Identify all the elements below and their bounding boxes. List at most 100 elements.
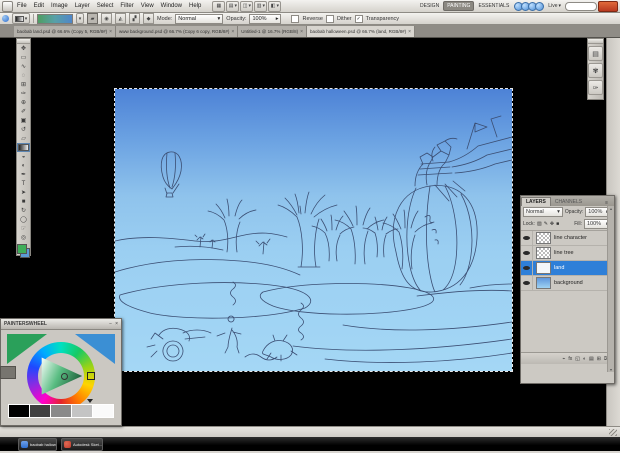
tool-path-selection[interactable]: ➤ xyxy=(17,188,30,197)
tool-move[interactable]: ✥ xyxy=(17,44,30,53)
workspace-essentials[interactable]: ESSENTIALS xyxy=(475,2,512,10)
taskbar-item-autodesk[interactable]: Autodesk Sket... xyxy=(61,437,103,451)
reflected-gradient-button[interactable]: ▞ xyxy=(129,13,140,24)
menu-file[interactable]: File xyxy=(14,2,30,10)
cs-live-menu[interactable]: Live ▾ xyxy=(545,2,564,10)
lock-transparency-icon[interactable]: ▨ xyxy=(537,221,542,227)
value-swatch[interactable] xyxy=(30,405,50,417)
tab-channels[interactable]: CHANNELS xyxy=(551,198,586,206)
painters-wheel-titlebar[interactable]: PAINTERSWHEEL − × xyxy=(1,319,121,330)
layer-thumbnail[interactable] xyxy=(536,247,551,259)
launch-bridge-button[interactable]: ▦ xyxy=(212,0,226,12)
tool-gradient-selected[interactable] xyxy=(17,143,30,152)
minimize-icon[interactable]: − xyxy=(109,321,112,327)
resize-grip[interactable] xyxy=(609,429,617,436)
tool-type[interactable]: T xyxy=(17,179,30,188)
document-tab-active[interactable]: baobab halloween.psd @ 66.7% (land, RGB/… xyxy=(307,26,416,37)
tool-lasso[interactable]: ∿ xyxy=(17,62,30,71)
scroll-up-icon[interactable]: ▴ xyxy=(610,206,612,211)
collapsed-panel-brushes-button[interactable]: ✑ xyxy=(588,80,603,95)
tool-clone-stamp[interactable]: ▣ xyxy=(17,116,30,125)
collapsed-panel-navigator-button[interactable]: ▤ xyxy=(588,46,603,61)
tool-spot-healing-brush[interactable]: ⊕ xyxy=(17,98,30,107)
tool-rectangular-marquee[interactable]: ▭ xyxy=(17,53,30,62)
workspace-painting[interactable]: PAINTING xyxy=(443,1,475,11)
link-layers-icon[interactable]: ⌁ xyxy=(562,356,565,362)
layer-row-land-selected[interactable]: land xyxy=(521,261,614,276)
menu-layer[interactable]: Layer xyxy=(72,2,93,10)
docked-panel-tab[interactable] xyxy=(0,366,16,379)
panel-scrollbar[interactable]: ▴ ▾ xyxy=(607,206,614,372)
value-swatch[interactable] xyxy=(51,405,71,417)
taskbar-item-photoshop[interactable]: baobab hallow... xyxy=(18,437,57,451)
tool-eyedropper[interactable]: ✑ xyxy=(17,89,30,98)
close-icon[interactable]: × xyxy=(115,321,118,327)
layer-row-background[interactable]: background xyxy=(521,276,614,291)
tool-3d-rotate[interactable]: ↻ xyxy=(17,206,30,215)
angle-gradient-button[interactable]: ◭ xyxy=(115,13,126,24)
cs-live-search-input[interactable] xyxy=(565,1,597,11)
blend-mode-select[interactable]: Normal ▾ xyxy=(523,207,563,217)
collapsed-panel-color-button[interactable]: ✾ xyxy=(588,63,603,78)
radial-gradient-button[interactable]: ◉ xyxy=(101,13,112,24)
value-swatch-strip[interactable] xyxy=(8,404,114,418)
sv-marker[interactable] xyxy=(61,373,68,380)
tool-shape[interactable]: ■ xyxy=(17,197,30,206)
tool-blur[interactable]: ◒ xyxy=(17,152,30,161)
visibility-toggle[interactable] xyxy=(521,261,533,275)
adjustment-layer-icon[interactable]: ◐ xyxy=(583,356,586,362)
scroll-down-icon[interactable]: ▾ xyxy=(610,367,612,372)
value-swatch[interactable] xyxy=(9,405,29,417)
menu-select[interactable]: Select xyxy=(94,2,117,10)
layer-group-icon[interactable]: ▤ xyxy=(589,356,594,362)
value-swatch[interactable] xyxy=(72,405,92,417)
menu-view[interactable]: View xyxy=(138,2,157,10)
transparency-checkbox[interactable]: ✓ xyxy=(354,14,363,23)
value-swatch[interactable] xyxy=(93,405,113,417)
mode-select[interactable]: Normal ▾ xyxy=(175,13,224,24)
menu-edit[interactable]: Edit xyxy=(31,2,47,10)
screen-mode-button[interactable]: ◧ ▾ xyxy=(268,0,282,12)
zoom-tools-button[interactable]: ◫ ▾ xyxy=(240,0,254,12)
tab-layers[interactable]: LAYERS xyxy=(521,197,551,206)
dither-checkbox[interactable] xyxy=(325,14,334,23)
lock-pixels-icon[interactable]: ✎ xyxy=(544,221,548,227)
document-tab[interactable]: www background.psd @ 66.7% (Copy 6 copy,… xyxy=(116,26,239,37)
app-window-icon[interactable] xyxy=(2,0,13,12)
cs-live-button[interactable] xyxy=(598,0,618,12)
menu-window[interactable]: Window xyxy=(158,2,185,10)
document-canvas[interactable] xyxy=(114,88,513,372)
tool-pen[interactable]: ✒ xyxy=(17,170,30,179)
close-icon[interactable]: × xyxy=(300,29,303,35)
document-tab[interactable]: baobab land.psd @ 66.6% (Copy 5, RGB/8#)… xyxy=(14,26,117,37)
gradient-picker-caret[interactable]: ▾ xyxy=(76,13,84,24)
hue-marker[interactable] xyxy=(87,372,95,380)
lock-position-icon[interactable]: ✥ xyxy=(550,221,554,227)
tool-quick-selection[interactable]: ◌ xyxy=(17,71,30,80)
visibility-toggle[interactable] xyxy=(521,276,533,290)
tool-history-brush[interactable]: ↺ xyxy=(17,125,30,134)
layer-thumbnail[interactable] xyxy=(536,277,551,289)
dock-grip[interactable] xyxy=(588,39,603,44)
layer-mask-icon[interactable]: ◱ xyxy=(575,356,580,362)
close-icon[interactable]: × xyxy=(109,29,112,35)
tool-crop[interactable]: ⊞ xyxy=(17,80,30,89)
gradient-preview[interactable] xyxy=(37,13,73,24)
tool-eraser[interactable]: ▱ xyxy=(17,134,30,143)
lock-all-icon[interactable]: ■ xyxy=(556,221,559,227)
reverse-checkbox[interactable] xyxy=(291,14,300,23)
close-icon[interactable]: × xyxy=(408,29,411,35)
workspace-design[interactable]: DESIGN xyxy=(417,2,442,10)
layer-row-line-character[interactable]: line character xyxy=(521,231,614,246)
tool-brush[interactable]: ✐ xyxy=(17,107,30,116)
menu-filter[interactable]: Filter xyxy=(117,2,136,10)
new-layer-icon[interactable]: ⊞ xyxy=(597,356,601,362)
diamond-gradient-button[interactable]: ◆ xyxy=(143,13,154,24)
layer-thumbnail[interactable] xyxy=(536,232,551,244)
opacity-select[interactable]: 100% ▸ xyxy=(249,13,282,24)
tool-dodge[interactable]: ◐ xyxy=(17,161,30,170)
tool-preset-picker[interactable]: ▾ xyxy=(12,13,30,24)
visibility-toggle[interactable] xyxy=(521,231,533,245)
tool-zoom[interactable]: ◎ xyxy=(17,233,30,242)
menu-help[interactable]: Help xyxy=(186,2,204,10)
